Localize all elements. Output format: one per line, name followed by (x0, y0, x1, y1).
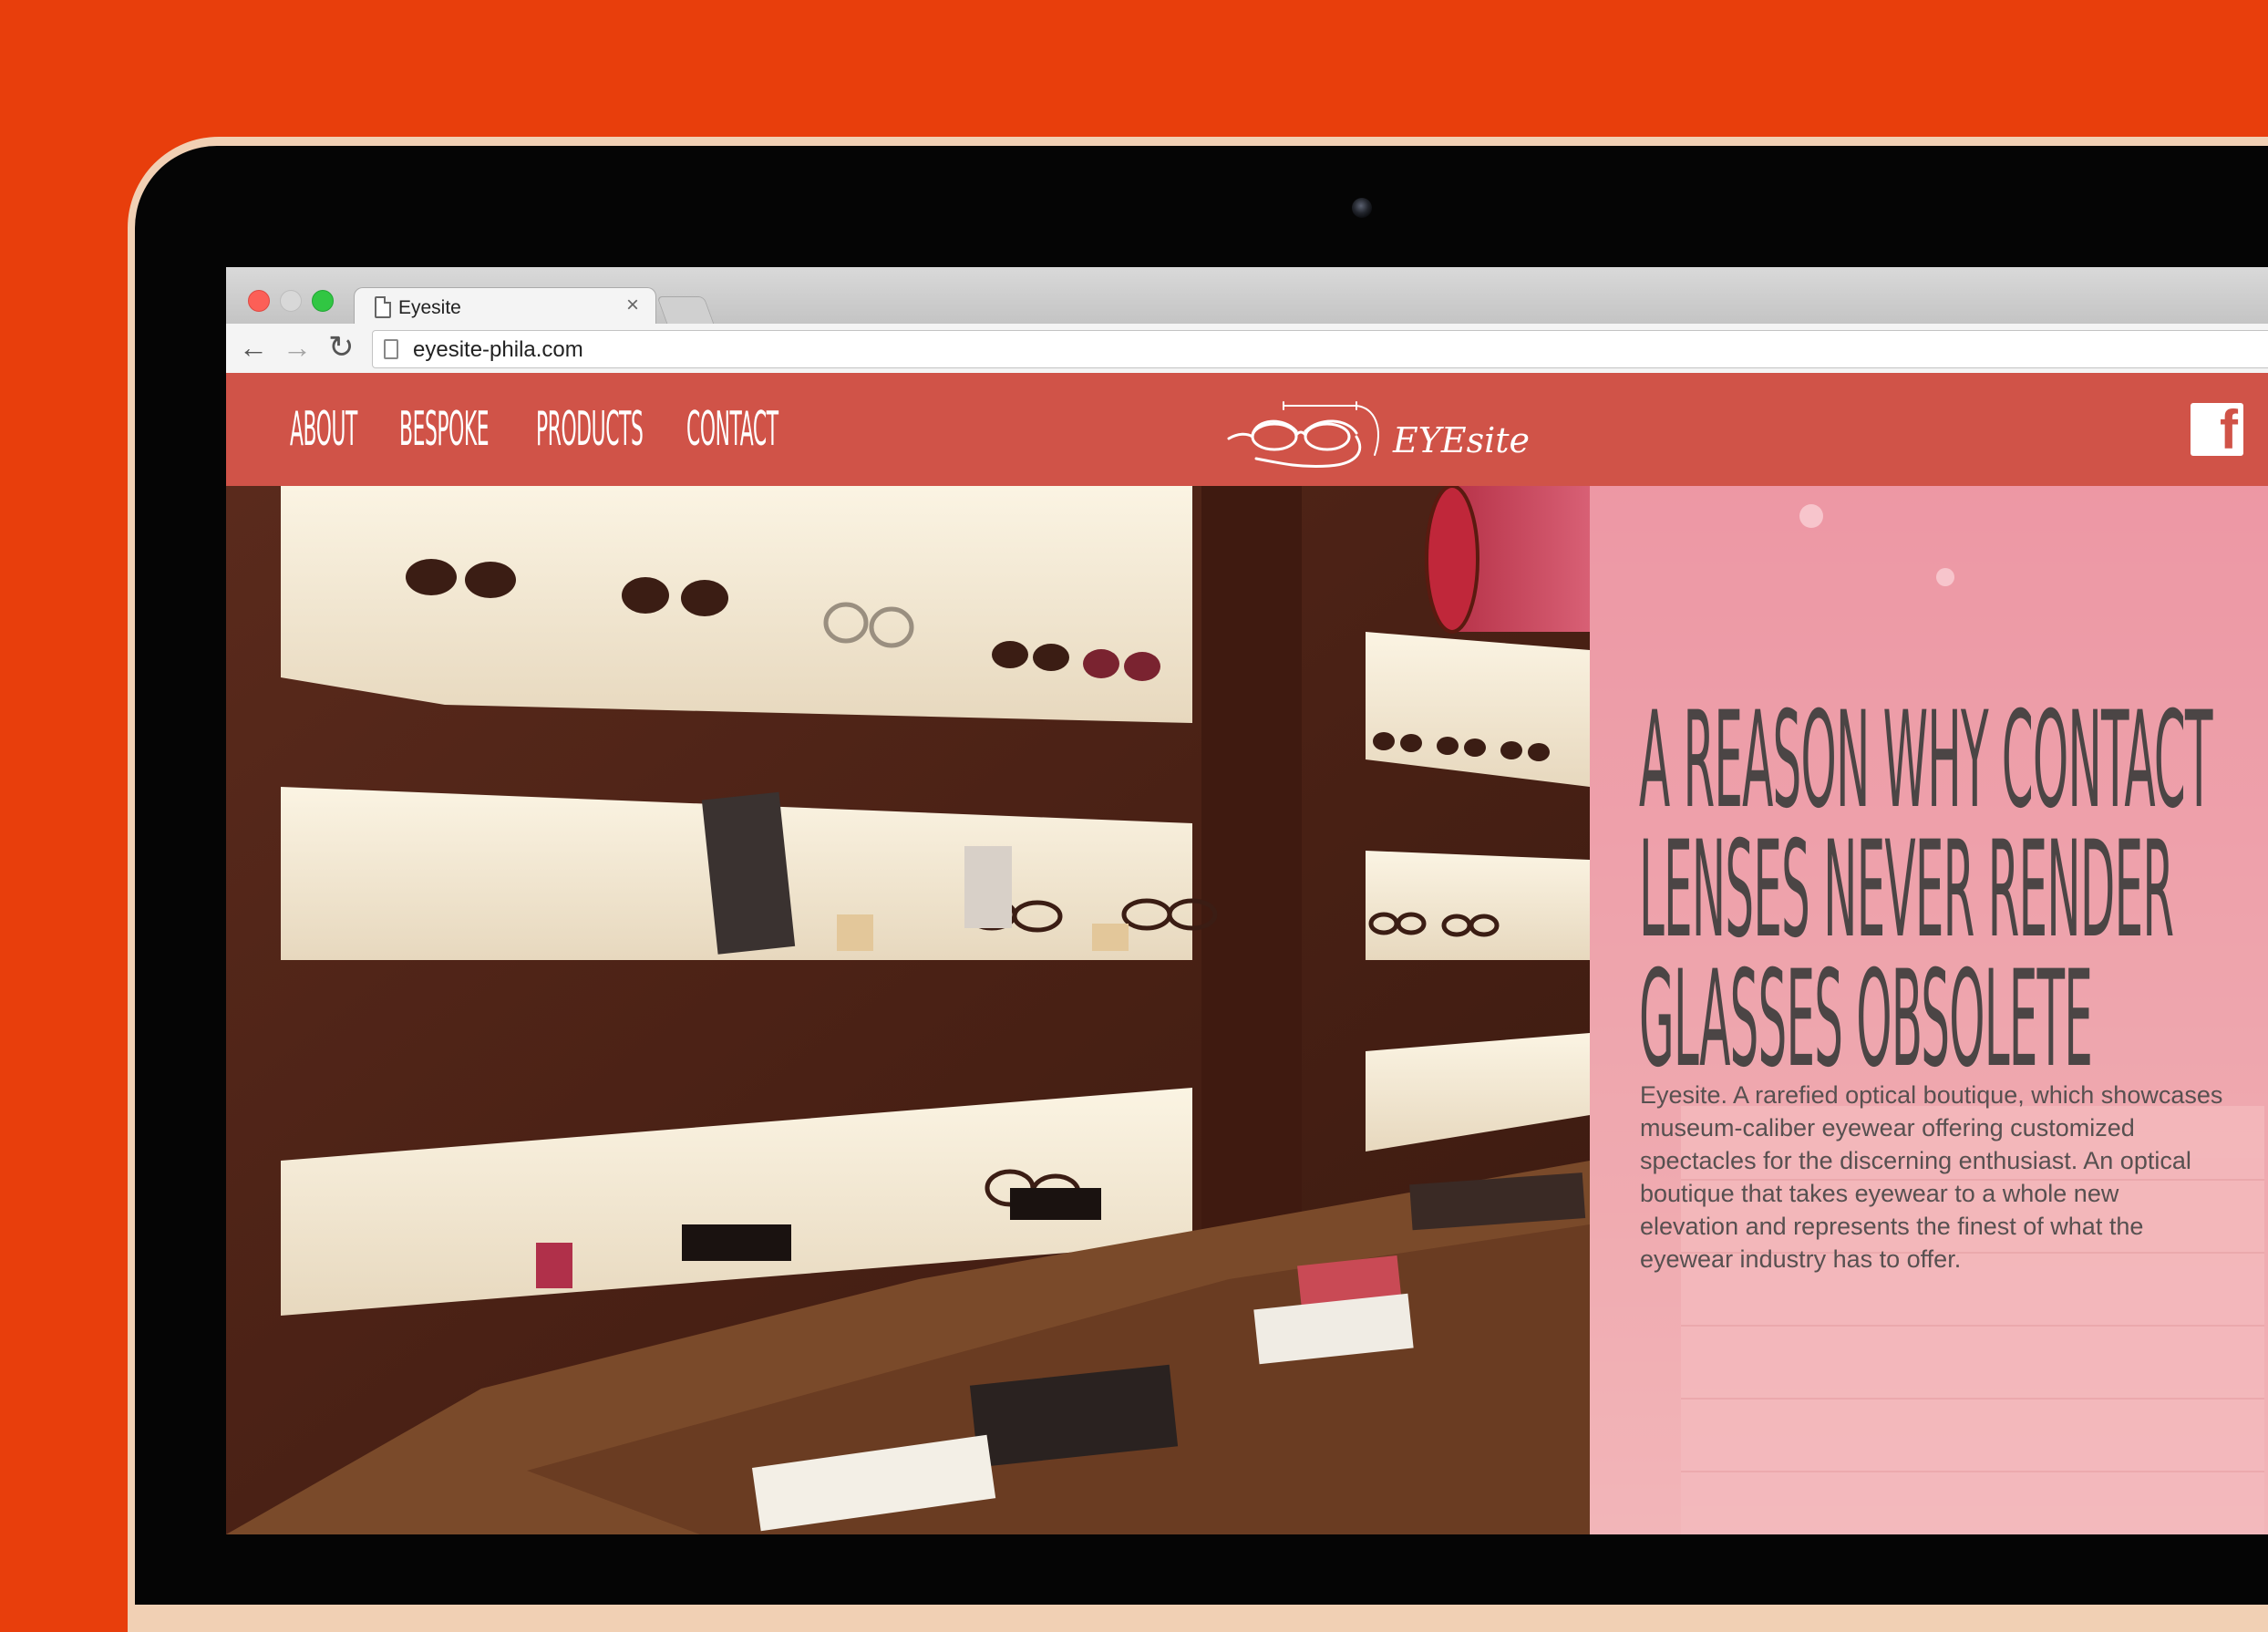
close-tab-icon[interactable]: × (626, 294, 639, 316)
store-interior-photo (226, 486, 1590, 1534)
headline-line-1: A reason why contact (1639, 683, 2212, 838)
intro-description: Eyesite. A rarefied optical boutique, wh… (1640, 1081, 2223, 1273)
facebook-glyph: f (2220, 399, 2238, 460)
arrow-right-icon[interactable]: → (283, 329, 312, 366)
page-icon (384, 339, 398, 359)
site-header: About Bespoke Products Contact EYEsite f (226, 373, 2268, 486)
headline-line-3: glasses obsolete (1639, 942, 2093, 1097)
facebook-icon[interactable]: f (2191, 399, 2243, 460)
arrow-left-icon[interactable]: ← (239, 329, 268, 366)
headline-line-2: lenses never render (1639, 812, 2174, 967)
browser-window: Eyesite × ← → ↻ eyesite-phila.com About … (226, 267, 2268, 1534)
page-icon (375, 296, 391, 318)
nav-products[interactable]: Products (536, 373, 644, 486)
camera-icon (1352, 198, 1372, 218)
tab-title: Eyesite (398, 297, 461, 318)
minimize-window-button[interactable] (280, 290, 302, 312)
hero-headline: A reason why contact lenses never render… (1639, 683, 2268, 1097)
new-tab-button[interactable] (656, 296, 715, 325)
nav-about[interactable]: About (290, 373, 357, 486)
tab-eyesite[interactable]: Eyesite × (354, 287, 656, 326)
url-text: eyesite-phila.com (413, 337, 583, 362)
browser-toolbar: ← → ↻ eyesite-phila.com (226, 324, 2268, 375)
maximize-window-button[interactable] (312, 290, 334, 312)
nav-bespoke[interactable]: Bespoke (399, 373, 490, 486)
logo-text[interactable]: EYEsite (1393, 420, 1530, 460)
nav-contact[interactable]: Contact (686, 373, 778, 486)
tab-bar: Eyesite × (226, 267, 2268, 326)
address-bar[interactable]: eyesite-phila.com (372, 330, 2268, 368)
reload-icon[interactable]: ↻ (328, 329, 355, 366)
close-window-button[interactable] (248, 290, 270, 312)
